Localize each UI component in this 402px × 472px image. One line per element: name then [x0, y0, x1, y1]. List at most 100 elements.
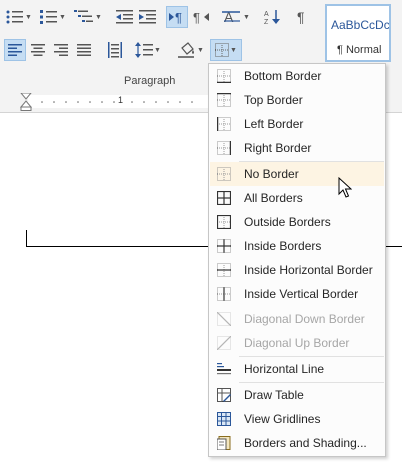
menu-item-label: Outside Borders — [244, 215, 331, 229]
style-name-label: ¶ Normal — [337, 44, 382, 56]
left-to-right-button[interactable]: ¶ — [166, 6, 188, 28]
chevron-down-icon: ▼ — [95, 13, 102, 21]
horizontal-line-icon — [217, 363, 231, 375]
align-left-button[interactable] — [4, 39, 26, 61]
menu-item-top-border[interactable]: Top Border — [210, 88, 384, 112]
paint-bucket-icon — [178, 42, 195, 58]
menu-item-label: Left Border — [244, 117, 304, 131]
bullets-button[interactable]: ▼ — [4, 6, 34, 28]
align-right-icon — [54, 44, 68, 56]
menu-item-outside-borders[interactable]: Outside Borders — [210, 210, 384, 234]
distributed-button[interactable] — [104, 39, 126, 61]
menu-item-diagonal-down-border: Diagonal Down Border — [210, 307, 384, 331]
asian-layout-icon: A — [222, 9, 241, 25]
menu-item-label: No Border — [244, 167, 299, 181]
style-preview-text: AaBbCcDc — [331, 18, 389, 32]
left-to-right-icon: ¶ — [169, 10, 182, 25]
menu-item-label: Bottom Border — [244, 69, 322, 83]
menu-item-right-border[interactable]: Right Border — [210, 136, 384, 160]
pilcrow-icon: ¶ — [297, 9, 305, 25]
border-left-icon — [217, 117, 231, 131]
inside-borders-icon — [217, 239, 231, 253]
draw-table-icon — [217, 388, 231, 402]
shading-button[interactable]: ▼ — [176, 39, 206, 61]
menu-item-view-gridlines[interactable]: View Gridlines — [210, 407, 384, 431]
menu-item-label: Diagonal Up Border — [244, 336, 350, 350]
multilevel-list-button[interactable]: ▼ — [72, 6, 104, 28]
border-top-icon — [217, 93, 231, 107]
all-borders-icon — [217, 191, 231, 205]
menu-item-inside-vertical-border[interactable]: Inside Vertical Border — [210, 282, 384, 306]
inside-horizontal-border-icon — [217, 263, 231, 277]
borders-icon — [215, 43, 230, 57]
menu-item-label: All Borders — [244, 191, 303, 205]
view-gridlines-icon — [217, 412, 231, 426]
line-spacing-icon — [135, 42, 154, 58]
line-spacing-button[interactable]: ▼ — [132, 39, 164, 61]
menu-item-left-border[interactable]: Left Border — [210, 112, 384, 136]
menu-item-no-border[interactable]: No Border — [210, 162, 384, 186]
align-center-button[interactable] — [27, 39, 49, 61]
show-formatting-marks-button[interactable]: ¶ — [292, 6, 314, 28]
svg-text:¶: ¶ — [297, 9, 305, 25]
menu-item-inside-borders[interactable]: Inside Borders — [210, 234, 384, 258]
menu-item-draw-table[interactable]: Draw Table — [210, 383, 384, 407]
text-cursor — [26, 230, 27, 246]
align-right-button[interactable] — [50, 39, 72, 61]
chevron-down-icon: ▼ — [197, 46, 204, 54]
menu-item-label: Diagonal Down Border — [244, 312, 365, 326]
svg-text:¶: ¶ — [175, 10, 182, 25]
menu-item-diagonal-up-border: Diagonal Up Border — [210, 331, 384, 355]
menu-item-label: Inside Horizontal Border — [244, 263, 373, 277]
menu-item-all-borders[interactable]: All Borders — [210, 186, 384, 210]
menu-item-borders-and-shading[interactable]: Borders and Shading... — [210, 431, 384, 455]
border-bottom-icon — [217, 69, 231, 83]
menu-item-horizontal-line[interactable]: Horizontal Line — [210, 357, 384, 381]
chevron-down-icon: ▼ — [25, 13, 32, 21]
menu-item-label: Horizontal Line — [244, 362, 325, 376]
align-center-icon — [31, 44, 45, 56]
decrease-indent-button[interactable] — [114, 6, 136, 28]
svg-text:Z: Z — [264, 19, 269, 25]
menu-item-label: Top Border — [244, 93, 303, 107]
style-normal[interactable]: AaBbCcDc ¶ Normal — [325, 4, 391, 62]
menu-item-label: Inside Borders — [244, 239, 322, 253]
asian-layout-button[interactable]: A ▼ — [220, 6, 252, 28]
menu-item-label: Right Border — [244, 141, 312, 155]
numbering-button[interactable]: ▼ — [38, 6, 68, 28]
inside-vertical-border-icon — [217, 287, 231, 301]
indent-marker-icon[interactable] — [20, 93, 32, 111]
multilevel-list-icon — [74, 10, 94, 22]
paragraph-group-label: Paragraph — [124, 75, 176, 87]
sort-button[interactable]: AZ — [262, 6, 284, 28]
menu-item-inside-horizontal-border[interactable]: Inside Horizontal Border — [210, 258, 384, 282]
outside-borders-icon — [217, 215, 231, 229]
no-border-icon — [217, 167, 231, 181]
justify-icon — [77, 44, 91, 56]
ruler-number: 1 — [118, 95, 124, 105]
justify-button[interactable] — [73, 39, 95, 61]
diagonal-up-border-icon — [217, 336, 231, 350]
menu-item-label: Draw Table — [244, 388, 304, 402]
chevron-down-icon: ▼ — [230, 46, 237, 54]
numbering-icon — [40, 10, 58, 24]
svg-text:A: A — [264, 11, 269, 18]
mouse-pointer-icon — [338, 177, 352, 198]
bullets-icon — [6, 10, 24, 24]
increase-indent-button[interactable] — [137, 6, 159, 28]
borders-button[interactable]: ▼ — [210, 39, 242, 61]
sort-icon: AZ — [264, 10, 280, 25]
align-left-icon — [8, 44, 22, 56]
increase-indent-icon — [139, 10, 156, 24]
right-to-left-button[interactable]: ¶ — [190, 6, 212, 28]
chevron-down-icon: ▼ — [154, 46, 161, 54]
diagonal-down-border-icon — [217, 312, 231, 326]
menu-item-label: View Gridlines — [244, 412, 321, 426]
borders-and-shading-icon — [217, 436, 231, 450]
menu-item-label: Inside Vertical Border — [244, 287, 359, 301]
right-to-left-icon: ¶ — [193, 10, 209, 25]
borders-menu: Bottom Border Top Border Left Border Rig… — [208, 63, 386, 457]
menu-item-bottom-border[interactable]: Bottom Border — [210, 64, 384, 88]
border-right-icon — [217, 141, 231, 155]
distributed-icon — [108, 42, 122, 58]
